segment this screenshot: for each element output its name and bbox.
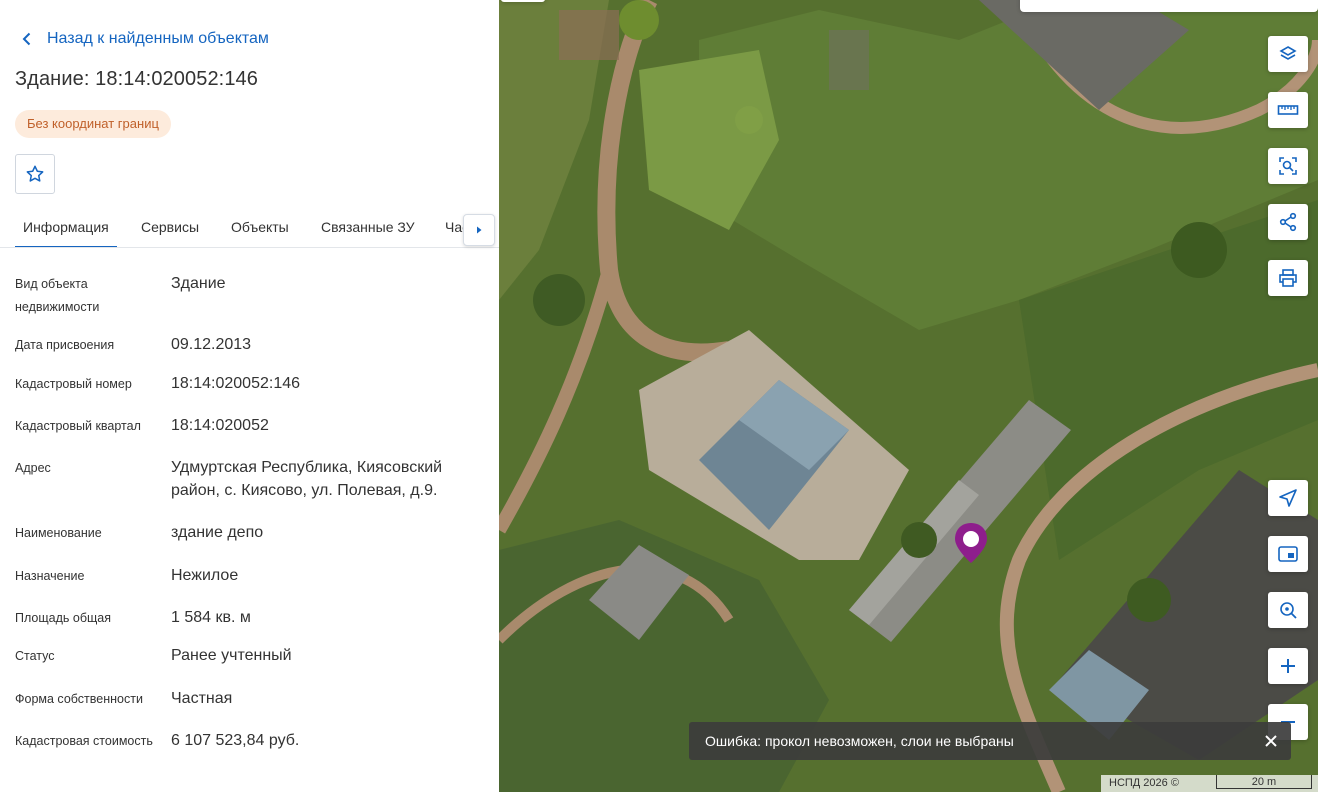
row-value: 18:14:020052:146 — [171, 375, 301, 392]
locate-icon — [1279, 489, 1297, 507]
error-toast: Ошибка: прокол невозможен, слои не выбра… — [689, 722, 1291, 760]
close-icon[interactable] — [1263, 733, 1279, 749]
row-label: Дата присвоения — [15, 338, 115, 352]
favorite-button[interactable] — [15, 154, 55, 194]
minimap-button[interactable] — [1268, 536, 1308, 572]
row-value: 09.12.2013 — [171, 336, 252, 353]
minimap-icon — [1278, 546, 1298, 562]
map-top-left-control[interactable] — [501, 0, 545, 2]
zoom-in-icon — [1281, 659, 1295, 673]
ruler-icon — [1277, 105, 1299, 115]
row-value: 18:14:020052 — [171, 417, 269, 434]
row-label: Кадастровый квартал — [15, 419, 141, 433]
row-label: Кадастровый номер — [15, 377, 132, 391]
tab-related-land[interactable]: Связанные ЗУ — [321, 208, 415, 247]
back-link[interactable]: Назад к найденным объектам — [17, 29, 269, 49]
row-label: Адрес — [15, 461, 51, 475]
ruler-button[interactable] — [1268, 92, 1308, 128]
tabs-bar: Информация Сервисы Объекты Связанные ЗУ … — [0, 208, 499, 248]
row-value: здание депо — [171, 524, 264, 541]
row-label: Статус — [15, 649, 55, 663]
select-area-button[interactable] — [1268, 148, 1308, 184]
row-label: Форма собственности — [15, 692, 143, 706]
row-value: Здание — [171, 275, 226, 292]
layers-button[interactable] — [1268, 36, 1308, 72]
row-label: Кадастровая стоимость — [15, 734, 153, 748]
search-location-icon — [1280, 602, 1297, 619]
tab-services[interactable]: Сервисы — [141, 208, 199, 247]
error-toast-message: Ошибка: прокол невозможен, слои не выбра… — [705, 733, 1014, 749]
row-value: Удмуртская Республика, Киясовский район,… — [171, 459, 443, 499]
print-icon — [1279, 269, 1297, 287]
satellite-imagery — [499, 0, 1318, 792]
row-label: Вид объекта недвижимости — [15, 277, 100, 314]
layers-icon — [1279, 46, 1297, 60]
row-label: Назначение — [15, 569, 85, 583]
back-link-label: Назад к найденным объектам — [47, 30, 269, 47]
share-icon — [1279, 212, 1297, 232]
status-badge: Без координат границ — [15, 110, 171, 138]
locate-button[interactable] — [1268, 480, 1308, 516]
star-icon — [26, 165, 44, 182]
row-label: Площадь общая — [15, 611, 112, 625]
row-value: Ранее учтенный — [171, 647, 292, 664]
tab-info[interactable]: Информация — [15, 208, 117, 247]
zoom-in-button[interactable] — [1268, 648, 1308, 684]
row-value: 1 584 кв. м — [171, 609, 251, 626]
share-button[interactable] — [1268, 204, 1308, 240]
map-scale: 20 m — [1216, 775, 1312, 789]
location-pin-icon[interactable] — [953, 521, 989, 565]
caret-right-icon — [477, 226, 482, 234]
map-view[interactable]: Ошибка: прокол невозможен, слои не выбра… — [499, 0, 1318, 792]
row-label: Наименование — [15, 526, 102, 540]
page-title: Здание: 18:14:020052:146 — [15, 68, 258, 90]
row-value: Нежилое — [171, 567, 239, 584]
object-info-panel: Назад к найденным объектам Здание: 18:14… — [0, 0, 499, 792]
search-location-button[interactable] — [1268, 592, 1308, 628]
row-value: Частная — [171, 690, 233, 707]
tab-objects[interactable]: Объекты — [231, 208, 289, 247]
select-area-icon — [1279, 157, 1297, 175]
map-search-bar[interactable] — [1020, 0, 1318, 12]
chevron-left-icon — [22, 32, 31, 46]
print-button[interactable] — [1268, 260, 1308, 296]
row-value: 6 107 523,84 руб. — [171, 732, 300, 749]
tabs-scroll-right-button[interactable] — [463, 214, 495, 246]
